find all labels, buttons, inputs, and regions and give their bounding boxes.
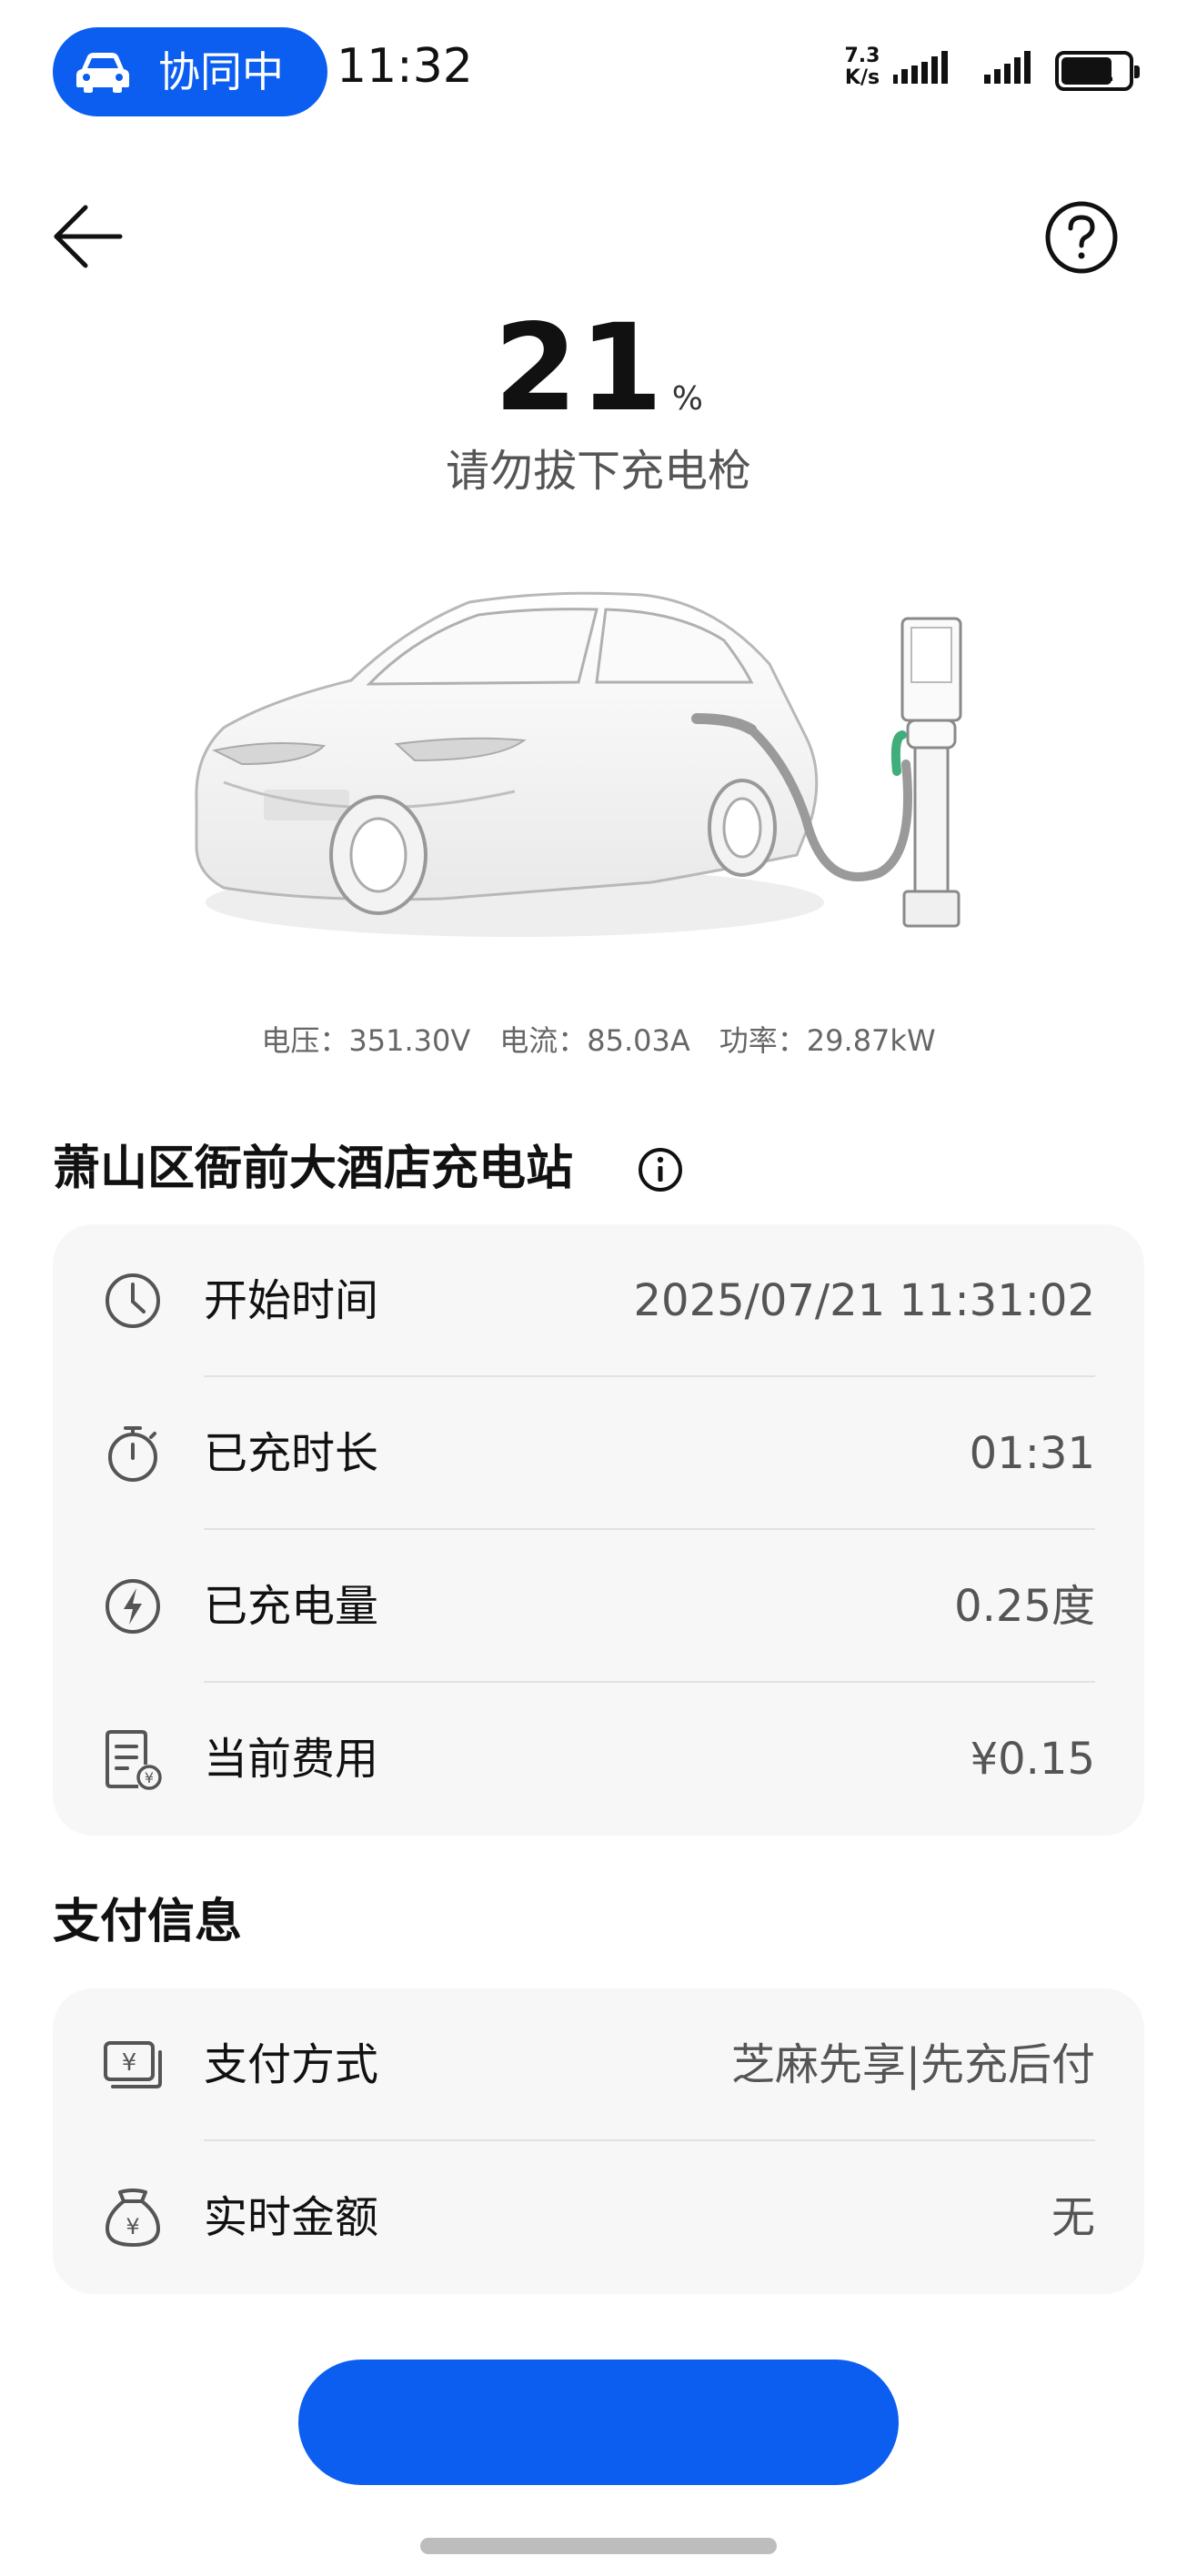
current-value: 电流：85.03A: [499, 1023, 690, 1058]
payment-value: 无: [1051, 2192, 1095, 2243]
detail-label: 已充电量: [204, 1581, 379, 1632]
charge-percent-value: 21: [494, 298, 665, 438]
detail-label: 已充时长: [204, 1428, 379, 1479]
money-bag-icon: ¥: [106, 2189, 160, 2247]
network-speed: 7.3 K/s: [840, 45, 884, 89]
battery-level: 71: [1073, 54, 1115, 88]
back-arrow-icon[interactable]: [49, 202, 126, 271]
detail-label: 开始时间: [204, 1275, 379, 1326]
clock-icon: [106, 1273, 160, 1328]
detail-value: ¥0.15: [970, 1734, 1095, 1785]
collab-indicator[interactable]: 协同中: [53, 27, 327, 116]
voltage-value: 电压：351.30V: [261, 1023, 471, 1058]
network-speed-value: 7.3: [844, 45, 880, 67]
svg-text:¥: ¥: [145, 1769, 154, 1786]
home-indicator[interactable]: [420, 2538, 777, 2554]
charge-percent-unit: %: [671, 380, 703, 418]
detail-row-duration: 已充时长 01:31: [53, 1377, 1144, 1530]
charging-details-card: 开始时间 2025/07/21 11:31:02 已充时长 01:31 已充电量…: [53, 1224, 1144, 1836]
help-icon[interactable]: [1044, 200, 1119, 275]
payment-label: 支付方式: [204, 2039, 379, 2090]
stopwatch-icon: [108, 1426, 157, 1482]
payment-row-amount: ¥ 实时金额 无: [53, 2141, 1144, 2294]
signal-sim2-icon: [984, 51, 1031, 84]
primary-action-button[interactable]: [298, 2360, 899, 2485]
detail-value: 0.25度: [954, 1581, 1095, 1632]
power-value: 功率：29.87kW: [719, 1023, 936, 1058]
unplug-warning: 请勿拔下充电枪: [445, 446, 751, 497]
payment-label: 实时金额: [204, 2192, 379, 2243]
network-speed-unit: K/s: [844, 66, 880, 89]
detail-row-energy: 已充电量 0.25度: [53, 1530, 1144, 1683]
lightning-icon: [106, 1579, 160, 1634]
charge-percent: 21%: [0, 300, 1197, 437]
payment-value: 芝麻先享|先充后付: [730, 2039, 1095, 2090]
payment-section-title: 支付信息: [53, 1895, 243, 1949]
detail-row-start-time: 开始时间 2025/07/21 11:31:02: [53, 1224, 1144, 1377]
status-time: 11:32: [337, 39, 473, 94]
detail-row-cost: ¥ 当前费用 ¥0.15: [53, 1683, 1144, 1836]
payment-card: ¥ 支付方式 芝麻先享|先充后付 ¥ 实时金额 无: [53, 1988, 1144, 2294]
svg-text:¥: ¥: [126, 2214, 139, 2239]
car-charging-illustration: [195, 591, 962, 937]
battery-icon: 71: [1055, 51, 1140, 91]
detail-label: 当前费用: [204, 1734, 379, 1785]
station-name: 萧山区衙前大酒店充电站: [53, 1142, 574, 1196]
payment-row-method[interactable]: ¥ 支付方式 芝麻先享|先充后付: [53, 1988, 1144, 2141]
bill-icon: ¥: [106, 1730, 162, 1790]
car-icon: [76, 53, 129, 93]
yuan-card-icon: ¥: [104, 2041, 162, 2088]
info-icon[interactable]: [637, 1146, 684, 1193]
detail-value: 2025/07/21 11:31:02: [633, 1275, 1096, 1326]
status-bar: 协同中 11:32 7.3 K/s 71: [0, 0, 1197, 136]
signal-sim1-icon: [893, 51, 948, 84]
charging-metrics: 电压：351.30V 电流：85.03A 功率：29.87kW: [0, 1021, 1197, 1061]
detail-value: 01:31: [969, 1428, 1095, 1479]
collab-label: 协同中: [158, 47, 284, 96]
svg-text:¥: ¥: [122, 2049, 137, 2077]
